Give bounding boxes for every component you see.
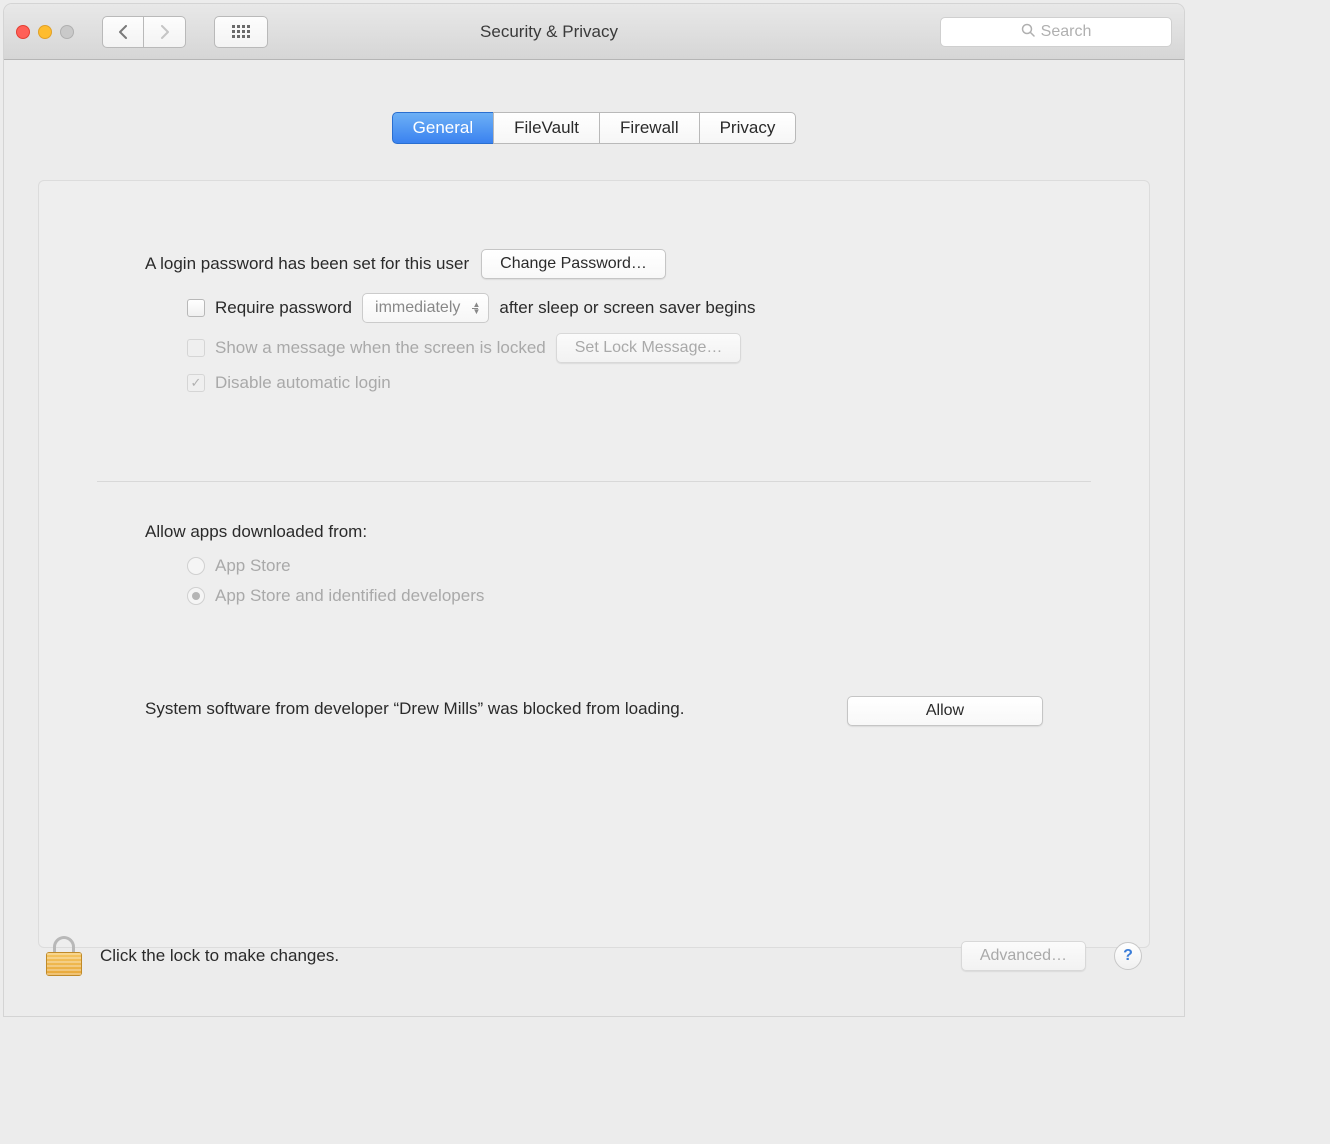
app-store-radio-label: App Store: [215, 556, 291, 576]
identified-developers-radio-label: App Store and identified developers: [215, 586, 484, 606]
disable-auto-login-label: Disable automatic login: [215, 373, 391, 393]
tab-privacy[interactable]: Privacy: [699, 112, 797, 144]
settings-panel: A login password has been set for this u…: [38, 180, 1150, 948]
identified-developers-radio: [187, 587, 205, 605]
change-password-button[interactable]: Change Password…: [481, 249, 666, 279]
footer: Click the lock to make changes. Advanced…: [46, 936, 1142, 976]
app-store-option-row: App Store: [187, 556, 1043, 576]
show-lock-message-checkbox: [187, 339, 205, 357]
minimize-button[interactable]: [38, 25, 52, 39]
require-password-delay-dropdown[interactable]: immediately ▲▼: [362, 293, 489, 323]
titlebar: Security & Privacy Search: [4, 4, 1184, 60]
disable-auto-login-row: ✓ Disable automatic login: [187, 373, 1043, 393]
allow-button[interactable]: Allow: [847, 696, 1043, 726]
search-input[interactable]: Search: [940, 17, 1172, 47]
stepper-arrows-icon: ▲▼: [472, 302, 480, 315]
search-placeholder: Search: [1041, 23, 1092, 41]
require-password-row: Require password immediately ▲▼ after sl…: [187, 293, 1043, 323]
show-lock-message-row: Show a message when the screen is locked…: [187, 333, 1043, 363]
maximize-button: [60, 25, 74, 39]
window-controls: [16, 25, 74, 39]
content: A login password has been set for this u…: [4, 112, 1184, 144]
tab-general[interactable]: General: [392, 112, 494, 144]
require-password-suffix: after sleep or screen saver begins: [499, 298, 755, 318]
require-password-label: Require password: [215, 298, 352, 318]
show-lock-message-label: Show a message when the screen is locked: [215, 338, 546, 358]
login-password-label: A login password has been set for this u…: [145, 254, 469, 274]
identified-developers-option-row: App Store and identified developers: [187, 586, 1043, 606]
dropdown-value: immediately: [375, 299, 460, 317]
advanced-button: Advanced…: [961, 941, 1086, 971]
divider: [97, 481, 1091, 482]
blocked-software-text: System software from developer “Drew Mil…: [145, 696, 684, 722]
tab-filevault[interactable]: FileVault: [493, 112, 600, 144]
chevron-left-icon: [118, 25, 128, 39]
login-password-row: A login password has been set for this u…: [145, 249, 1043, 279]
disable-auto-login-checkbox: ✓: [187, 374, 205, 392]
tab-firewall[interactable]: Firewall: [599, 112, 700, 144]
allow-apps-label: Allow apps downloaded from:: [145, 522, 1043, 542]
tabs: General FileVault Firewall Privacy: [4, 112, 1184, 144]
lock-hint-text: Click the lock to make changes.: [100, 946, 943, 966]
app-store-radio: [187, 557, 205, 575]
close-button[interactable]: [16, 25, 30, 39]
require-password-checkbox[interactable]: [187, 299, 205, 317]
blocked-software-row: System software from developer “Drew Mil…: [145, 696, 1043, 726]
window-title: Security & Privacy: [168, 22, 930, 42]
back-button[interactable]: [102, 16, 144, 48]
set-lock-message-button: Set Lock Message…: [556, 333, 742, 363]
help-button[interactable]: ?: [1114, 942, 1142, 970]
lock-icon[interactable]: [46, 936, 82, 976]
system-preferences-window: Security & Privacy Search A login passwo…: [4, 4, 1184, 1016]
search-icon: [1021, 23, 1035, 40]
